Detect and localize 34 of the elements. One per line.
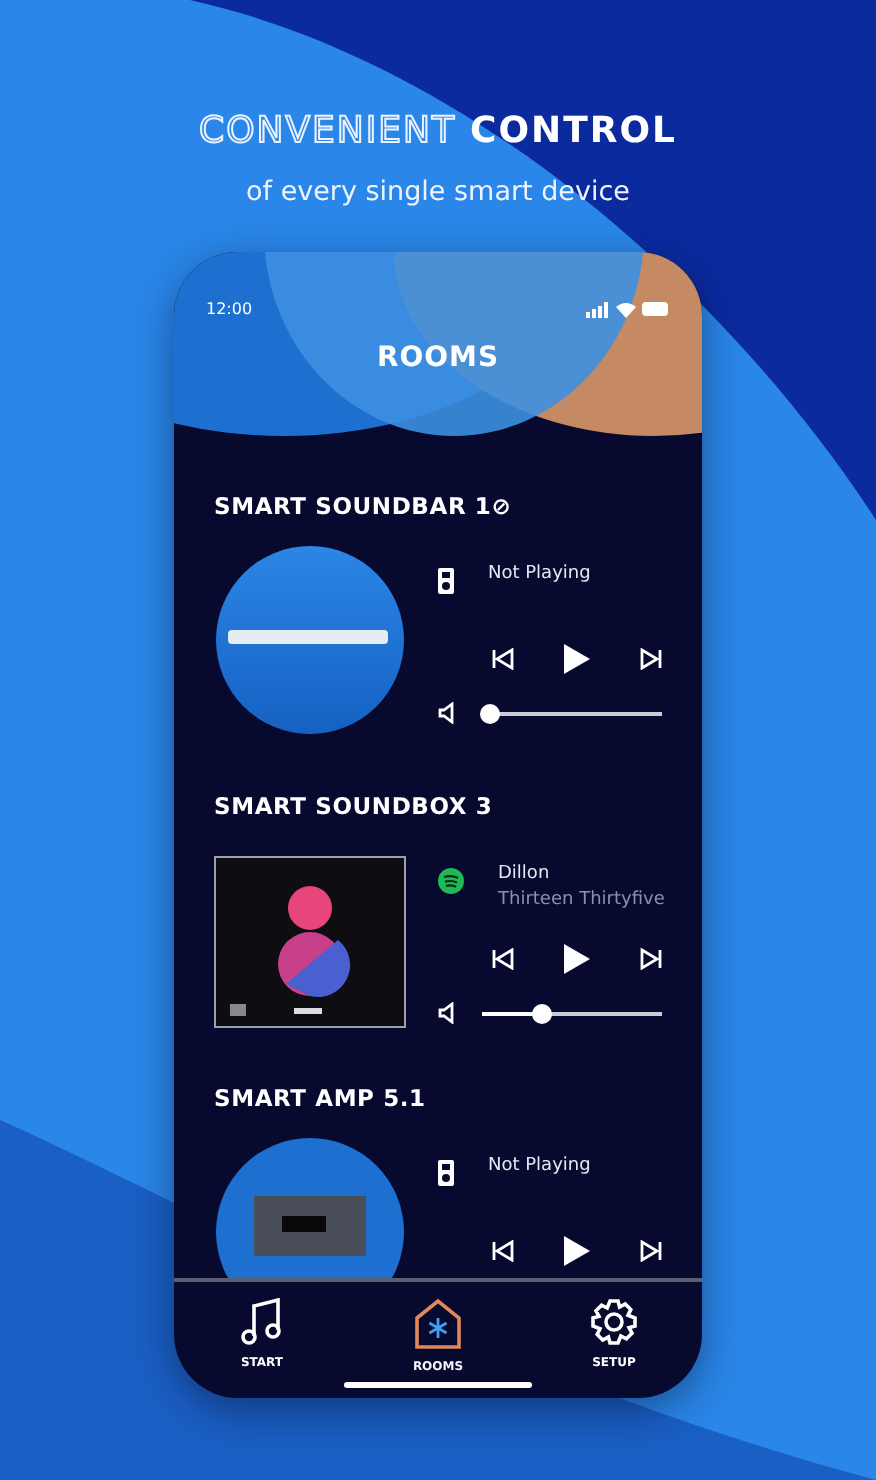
play-icon[interactable] — [564, 1236, 590, 1266]
volume-slider[interactable] — [482, 1003, 662, 1023]
house-icon — [414, 1298, 462, 1350]
settings-icon — [590, 1298, 638, 1346]
speaker-icon — [438, 1160, 454, 1186]
headline-outlined-word: CONVENIENT — [199, 110, 456, 152]
battery-icon — [642, 302, 670, 316]
speaker-icon — [438, 568, 454, 594]
track-title: Dillon — [498, 864, 552, 884]
next-icon[interactable] — [640, 648, 662, 670]
headline-bold-word: CONTROL — [470, 110, 677, 152]
spotify-icon — [438, 868, 464, 894]
device-name: SMART SOUNDBOX 3 — [214, 792, 495, 820]
previous-icon[interactable] — [492, 1240, 514, 1262]
next-icon[interactable] — [640, 1240, 662, 1262]
track-subtitle: Thirteen Thirtyfive — [498, 890, 665, 910]
wifi-icon — [616, 301, 636, 317]
status-time: 12:00 — [206, 300, 253, 318]
device-name: SMART SOUNDBAR 1⊘ — [214, 492, 514, 520]
volume-slider[interactable] — [482, 703, 662, 723]
music-note-icon — [240, 1298, 284, 1346]
play-icon[interactable] — [564, 944, 590, 974]
subtitle: of every single smart device — [246, 176, 630, 208]
volume-icon — [438, 1002, 454, 1024]
play-icon[interactable] — [564, 644, 590, 674]
previous-icon[interactable] — [492, 948, 514, 970]
previous-icon[interactable] — [492, 648, 514, 670]
device-name: SMART AMP 5.1 — [214, 1084, 428, 1112]
next-icon[interactable] — [640, 948, 662, 970]
screen-title: ROOMS — [374, 342, 502, 374]
track-title: Not Playing — [488, 564, 591, 584]
track-title: Not Playing — [488, 1156, 591, 1176]
signal-icon — [586, 301, 610, 317]
volume-icon — [438, 702, 454, 724]
